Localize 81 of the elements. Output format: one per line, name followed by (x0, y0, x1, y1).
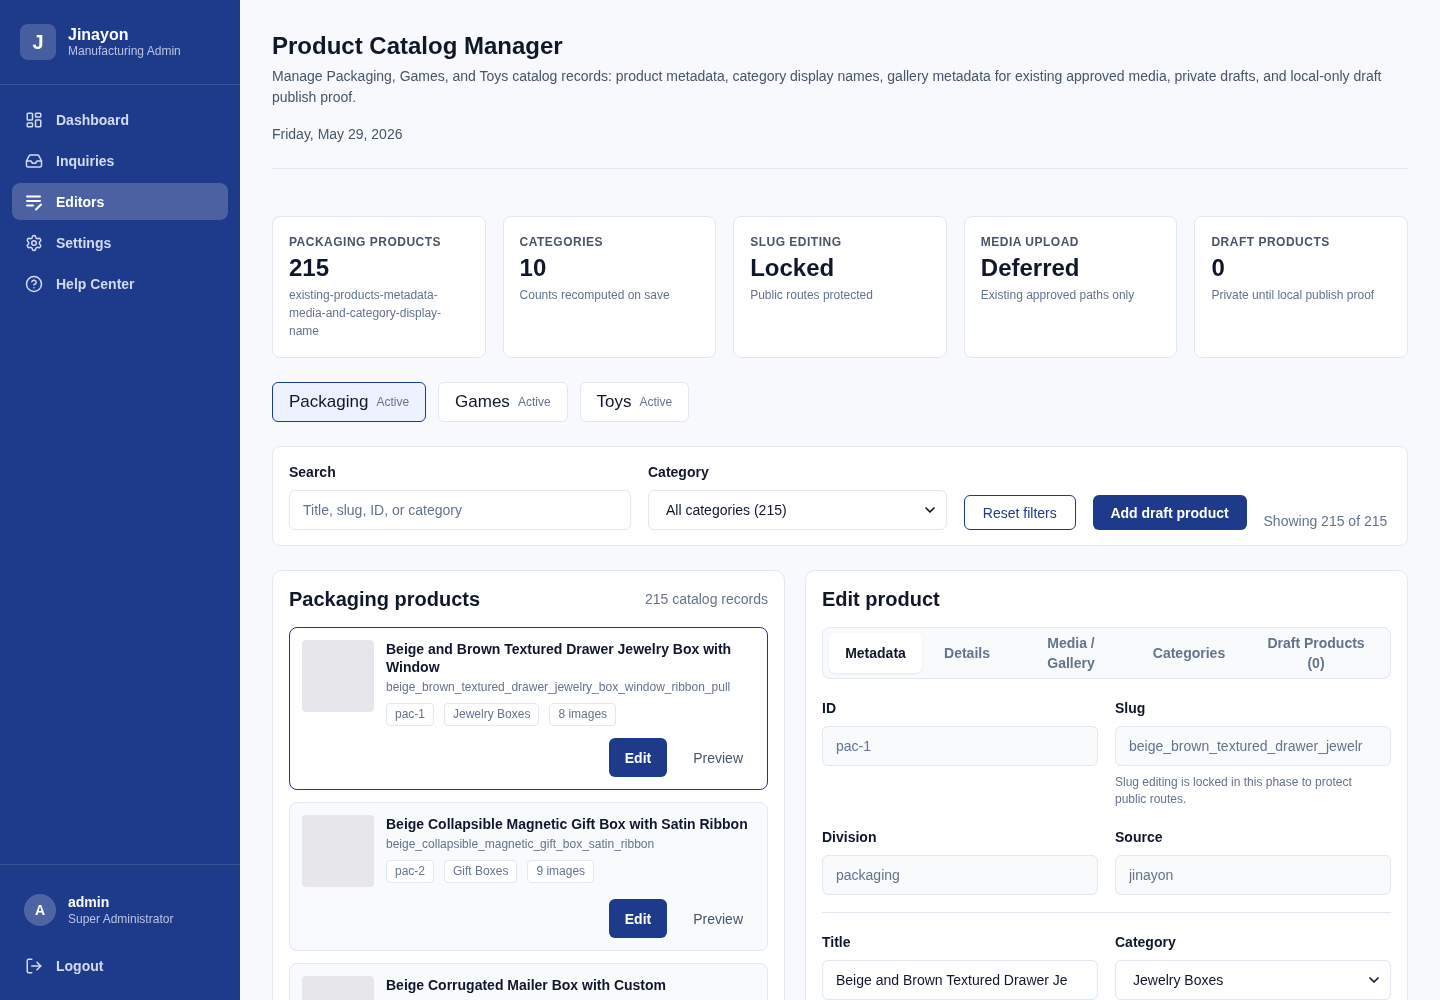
edit-button[interactable]: Edit (608, 738, 668, 777)
stat-note: Public routes protected (750, 287, 874, 304)
division-tab[interactable]: Toys Active (579, 382, 690, 422)
stat-note: existing-products-metadata-media-and-category-display-name (289, 287, 443, 340)
stat-note: Counts recomputed on save (519, 287, 671, 304)
editor-tab[interactable]: Media / Gallery (1012, 633, 1130, 673)
category-select[interactable]: All categories (215) (648, 490, 947, 530)
user-avatar: A (24, 894, 56, 926)
editor-tab[interactable]: Categories (1130, 633, 1248, 673)
category-tag: Gift Boxes (444, 860, 518, 883)
product-card[interactable]: Beige and Brown Textured Drawer Jewelry Box with Window beige_brown_textured_drawer_jewelry_box_window_ribbon_pull pac-1 Jewelry Boxes 8 images Edit Preview (289, 627, 768, 790)
product-slug: beige_brown_textured_drawer_jewelry_box_window_ribbon_pull (386, 679, 732, 696)
field-label: Slug (1115, 699, 1147, 718)
add-draft-product-button[interactable]: Add draft product (1092, 495, 1247, 530)
panel-title: Packaging products (289, 587, 481, 612)
page-title: Product Catalog Manager (272, 31, 564, 61)
product-id-tag: pac-2 (386, 860, 435, 883)
preview-button[interactable]: Preview (681, 738, 755, 777)
page-date: Friday, May 29, 2026 (272, 125, 404, 144)
field-label: ID (822, 699, 837, 718)
edit-button[interactable]: Edit (608, 899, 668, 938)
stat-label: MEDIA UPLOAD (980, 234, 1081, 250)
record-count: 215 catalog records (645, 591, 768, 607)
settings-icon (25, 233, 43, 252)
product-title: Beige Collapsible Magnetic Gift Box with Satin Ribbon (386, 815, 749, 833)
stat-label: PACKAGING PRODUCTS (289, 234, 443, 250)
product-title: Beige and Brown Textured Drawer Jewelry Box with Window (386, 640, 733, 676)
logout-icon (25, 957, 43, 975)
search-label: Search (289, 463, 337, 482)
product-slug: beige_collapsible_magnetic_gift_box_satin_ribbon (386, 836, 656, 853)
stat-value: 0 (1211, 253, 1226, 283)
stat-value: Deferred (980, 253, 1081, 283)
nav-item[interactable]: Dashboard (12, 101, 228, 138)
panel-title: Edit product (822, 587, 941, 612)
division-tab[interactable]: Games Active (438, 382, 568, 422)
field-label: Division (822, 828, 878, 847)
dashboard-icon (25, 110, 43, 129)
brand-subtitle: Manufacturing Admin (68, 43, 181, 59)
result-count: Showing 215 of 215 (1263, 513, 1389, 530)
stat-value: 10 (519, 253, 548, 283)
stat-note: Existing approved paths only (980, 287, 1136, 304)
field-hint: Slug editing is locked in this phase to protect public routes. (1115, 774, 1353, 808)
help-icon (25, 274, 43, 293)
editor-tab[interactable]: Metadata (829, 633, 922, 673)
stat-label: SLUG EDITING (750, 234, 843, 250)
nav-item[interactable]: Editors (12, 183, 228, 220)
product-id-tag: pac-1 (386, 703, 435, 726)
product-card[interactable]: Beige Collapsible Magnetic Gift Box with Satin Ribbon beige_collapsible_magnetic_gift_box_satin_ribbon pac-2 Gift Boxes 9 images Edit Preview (289, 802, 768, 951)
reset-filters-button[interactable]: Reset filters (964, 495, 1076, 530)
editor-tab[interactable]: Draft Products (0) (1248, 633, 1384, 673)
nav-item[interactable]: Settings (12, 224, 228, 261)
nav-item[interactable]: Inquiries (12, 142, 228, 179)
product-card[interactable]: Beige Corrugated Mailer Box with Custom (289, 963, 768, 1000)
text-field[interactable]: Beige and Brown Textured Drawer Je (822, 960, 1098, 1000)
field-label: Title (822, 933, 852, 952)
stat-value: Locked (750, 253, 836, 283)
division-tab[interactable]: Packaging Active (272, 382, 427, 422)
field-label: Source (1115, 828, 1164, 847)
user-role: Super Administrator (68, 911, 174, 927)
brand-initial: J (20, 24, 56, 60)
category-label: Category (648, 463, 710, 482)
preview-button[interactable]: Preview (681, 899, 755, 938)
stat-label: DRAFT PRODUCTS (1211, 234, 1331, 250)
page-description: Manage Packaging, Games, and Toys catalog records: product metadata, category display names, gallery metadata for existing approved media, private drafts, and local-only draft publish proof. (272, 67, 1383, 107)
brand-name: Jinayon (68, 25, 130, 44)
inbox-icon (25, 151, 43, 170)
stat-note: Private until local publish proof (1211, 287, 1376, 304)
editor-tab[interactable]: Details (922, 633, 1012, 673)
image-count-tag: 8 images (549, 703, 617, 726)
user-name: admin (68, 893, 111, 911)
category-tag: Jewelry Boxes (444, 703, 540, 726)
product-title: Beige Corrugated Mailer Box with Custom (386, 976, 668, 994)
stat-label: CATEGORIES (519, 234, 605, 250)
image-count-tag: 9 images (527, 860, 595, 883)
nav-item[interactable]: Help Center (12, 265, 228, 302)
select-field[interactable]: Jewelry Boxes (1115, 960, 1391, 1000)
stat-value: 215 (289, 253, 331, 283)
search-field[interactable]: Title, slug, ID, or category (289, 490, 631, 530)
photo-placeholder (302, 640, 374, 712)
field-label: Category (1115, 933, 1177, 952)
logout-link[interactable]: Logout (12, 955, 228, 977)
